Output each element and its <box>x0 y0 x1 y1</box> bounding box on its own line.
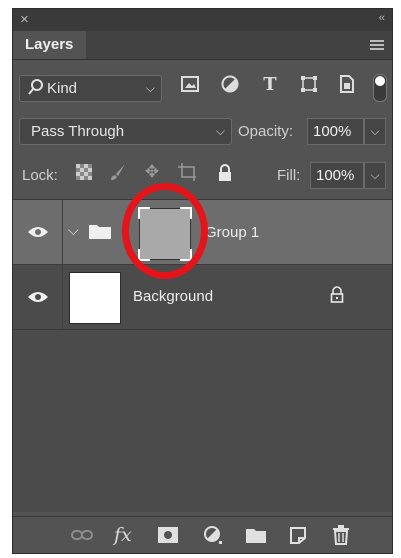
collapse-icon[interactable]: ‹‹ <box>379 12 385 24</box>
layers-panel: × ‹‹ Layers Kind ⌵ T Pass Through ⌵ Opac… <box>12 8 393 554</box>
lock-label: Lock: <box>22 167 58 184</box>
lock-position-icon[interactable]: ✥ <box>143 162 161 181</box>
fill-label: Fill: <box>277 167 301 184</box>
shape-filter-icon[interactable] <box>300 75 318 93</box>
smart-object-filter-icon[interactable] <box>338 75 356 93</box>
folder-icon <box>88 222 112 245</box>
fx-icon[interactable]: fx <box>114 524 132 546</box>
background-thumbnail[interactable] <box>69 272 121 324</box>
panel-titlebar: × ‹‹ <box>13 9 392 31</box>
lock-transparent-pixels-icon[interactable] <box>75 163 93 181</box>
chevron-down-icon: ⌵ <box>215 124 225 138</box>
opacity-slider-toggle[interactable]: ⌵ <box>364 118 386 145</box>
layer-name[interactable]: Background <box>133 288 213 305</box>
new-layer-icon[interactable] <box>289 525 307 545</box>
red-highlight-circle <box>122 183 208 279</box>
filter-toggle-switch[interactable] <box>373 74 387 102</box>
visibility-toggle[interactable] <box>13 200 63 264</box>
filter-kind-label: Kind <box>47 80 78 97</box>
chevron-down-icon: ⌵ <box>145 81 155 95</box>
delete-layer-icon[interactable] <box>332 525 350 545</box>
blend-row: Pass Through ⌵ Opacity: 100% ⌵ <box>13 115 392 149</box>
opacity-input[interactable]: 100% <box>307 118 364 145</box>
layer-name[interactable]: Group 1 <box>205 224 259 241</box>
opacity-label: Opacity: <box>238 123 294 140</box>
layers-bottom-bar: fx <box>13 516 392 553</box>
filter-row: Kind ⌵ T <box>13 71 392 107</box>
fill-slider-toggle[interactable]: ⌵ <box>364 162 386 189</box>
blend-mode-value: Pass Through <box>31 123 125 140</box>
eye-icon <box>27 227 48 237</box>
search-icon <box>28 76 44 106</box>
lock-artboard-icon[interactable] <box>178 163 196 181</box>
eye-icon <box>27 292 48 302</box>
layer-mask-icon[interactable] <box>158 525 178 545</box>
visibility-toggle[interactable] <box>13 265 63 329</box>
pixel-filter-icon[interactable] <box>181 75 199 93</box>
lock-row: Lock: ✥ Fill: 100% ⌵ <box>13 157 392 195</box>
panel-tab-row: Layers <box>13 31 392 60</box>
lock-image-pixels-icon[interactable] <box>109 163 127 181</box>
panel-menu-icon[interactable] <box>370 40 384 50</box>
tab-layers[interactable]: Layers <box>13 31 86 59</box>
adjustment-layer-icon[interactable] <box>203 525 223 545</box>
type-filter-icon[interactable]: T <box>261 74 279 95</box>
fill-input[interactable]: 100% <box>310 162 364 189</box>
link-layers-icon[interactable] <box>71 525 93 545</box>
layer-row-background[interactable]: Background <box>13 265 392 330</box>
lock-all-icon[interactable] <box>216 163 234 181</box>
filter-kind-dropdown[interactable]: Kind ⌵ <box>19 75 162 102</box>
expand-chevron-icon[interactable]: ⌵ <box>68 222 79 239</box>
lock-icon <box>330 286 344 308</box>
adjustment-filter-icon[interactable] <box>221 75 239 93</box>
blend-mode-dropdown[interactable]: Pass Through ⌵ <box>19 118 232 145</box>
new-group-icon[interactable] <box>246 525 266 545</box>
close-icon[interactable]: × <box>20 11 29 28</box>
